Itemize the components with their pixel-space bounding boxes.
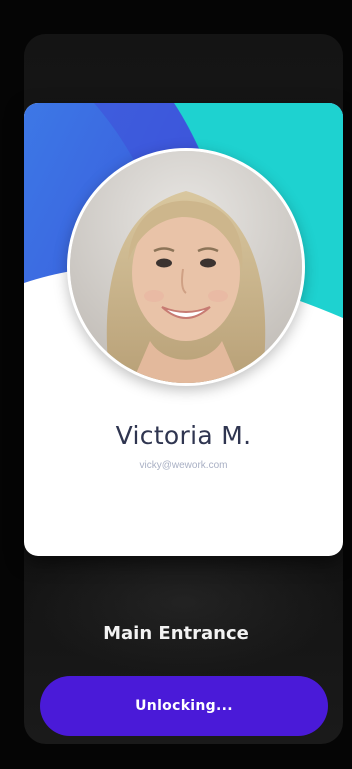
unlock-button-label: Unlocking... (135, 698, 233, 714)
profile-card: Victoria M. vicky@wework.com (24, 103, 343, 556)
unlock-button[interactable]: Unlocking... (40, 676, 328, 736)
location-label: Main Entrance (103, 623, 249, 644)
user-name: Victoria M. (115, 421, 252, 450)
phone-screen: Victoria M. vicky@wework.com Main Entran… (0, 0, 352, 769)
avatar (67, 148, 305, 386)
user-email: vicky@wework.com (139, 460, 228, 471)
